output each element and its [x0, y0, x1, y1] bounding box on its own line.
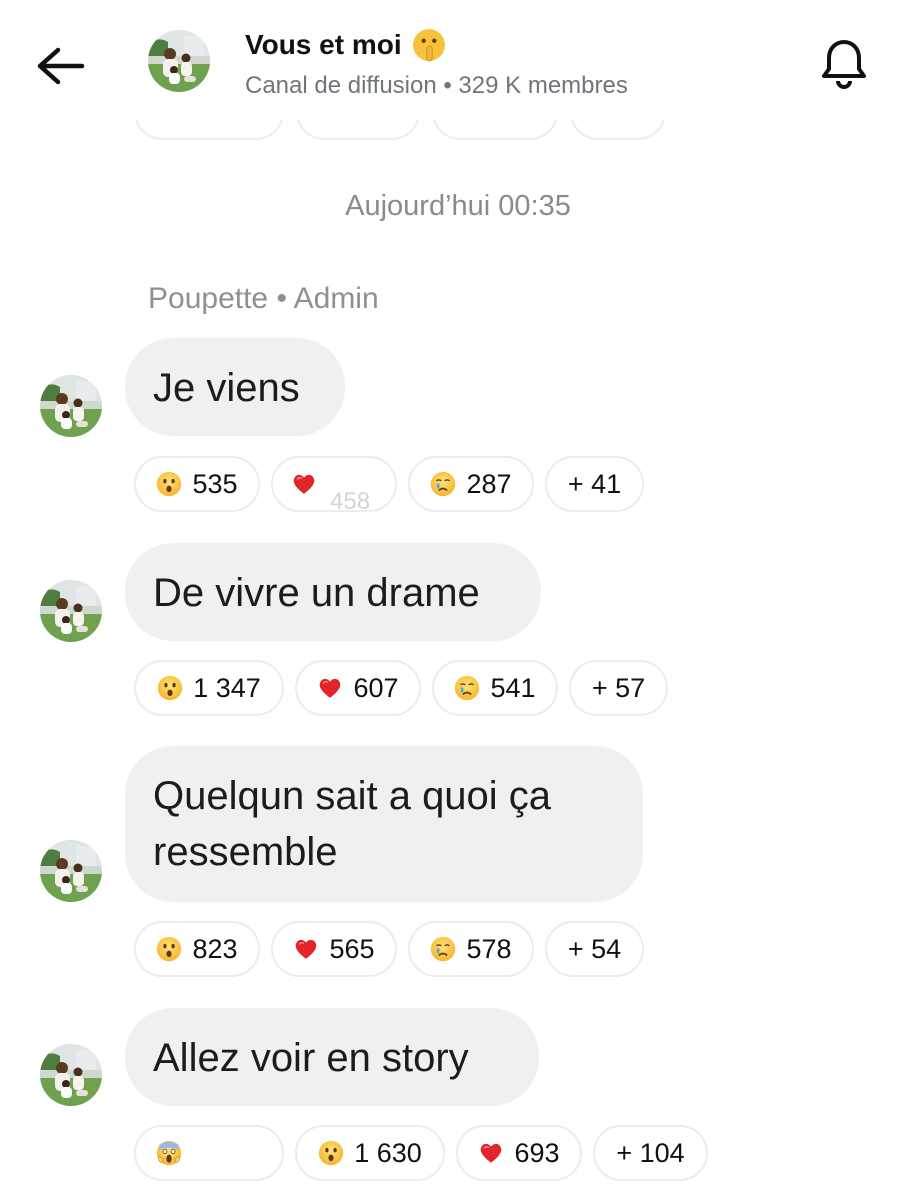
reaction-count: 535	[192, 468, 238, 499]
more-reactions-count: + 57	[591, 672, 646, 703]
more-reactions-button[interactable]: + 54	[545, 921, 644, 977]
reaction-crying[interactable]: 287	[408, 456, 534, 512]
reaction-count-faded: 458	[330, 488, 371, 515]
reaction-crying[interactable]: 541	[432, 660, 558, 716]
reaction-count: 1 347	[193, 672, 261, 703]
reaction-heart[interactable]: 607	[295, 660, 421, 716]
reaction-surprised[interactable]: 1 347	[134, 660, 284, 716]
reaction-heart[interactable]: 565	[271, 921, 397, 977]
surprised-face-icon	[318, 1140, 344, 1166]
bell-icon	[822, 40, 866, 89]
reaction-count: 607	[353, 672, 399, 703]
reaction-count: 541	[490, 672, 536, 703]
red-heart-icon	[291, 471, 317, 497]
sender-name: Poupette • Admin	[148, 282, 379, 315]
surprised-face-icon	[157, 675, 183, 701]
channel-subtitle: Canal de diffusion • 329 K membres	[245, 72, 628, 99]
reaction-count: 578	[466, 933, 512, 964]
red-heart-icon	[478, 1140, 504, 1166]
reaction-count: 693	[514, 1137, 560, 1168]
surprised-face-icon	[156, 471, 182, 497]
more-reactions-button[interactable]: + 57	[569, 660, 668, 716]
arrow-left-icon	[37, 47, 85, 85]
more-reactions-count: + 54	[567, 933, 622, 964]
reaction-heart[interactable]: 693	[456, 1125, 582, 1181]
reaction-count: 1 630	[354, 1137, 422, 1168]
sender-avatar[interactable]	[40, 840, 102, 902]
channel-title[interactable]: Vous et moi	[245, 28, 446, 62]
channel-name: Vous et moi	[245, 29, 402, 60]
red-heart-icon	[317, 675, 343, 701]
sender-avatar[interactable]	[40, 580, 102, 642]
reaction-bar: 535 458 287 + 41	[134, 456, 644, 515]
reaction-bar: 1 630 693 + 104	[134, 1125, 708, 1181]
reaction-bar: 1 347 607 541 + 57	[134, 660, 668, 716]
reaction-count: 823	[192, 933, 238, 964]
message-bubble[interactable]: Allez voir en story	[125, 1008, 539, 1106]
message-text-line: ressemble	[153, 830, 338, 874]
more-reactions-count: + 104	[616, 1137, 685, 1168]
reaction-heart[interactable]: 458	[271, 456, 397, 515]
message-bubble[interactable]: De vivre un drame	[125, 543, 541, 641]
message-text: Allez voir en story	[153, 1036, 469, 1080]
shushing-face-emoji-icon	[412, 29, 445, 62]
screaming-face-icon	[156, 1140, 182, 1166]
reaction-bar: 823 565 578 + 54	[134, 921, 644, 977]
notifications-button[interactable]	[812, 34, 876, 94]
sender-avatar[interactable]	[40, 1044, 102, 1106]
sender-avatar[interactable]	[40, 375, 102, 437]
reaction-crying[interactable]: 578	[408, 921, 534, 977]
more-reactions-count: + 41	[567, 468, 622, 499]
reaction-count: 287	[466, 468, 512, 499]
message-text: De vivre un drame	[153, 571, 480, 615]
surprised-face-icon	[156, 936, 182, 962]
reaction-surprised[interactable]: 535	[134, 456, 260, 512]
message-bubble[interactable]: Je viens	[125, 338, 345, 436]
crying-face-icon	[430, 471, 456, 497]
more-reactions-button[interactable]: + 41	[545, 456, 644, 512]
crying-face-icon	[454, 675, 480, 701]
channel-header: Vous et moi Canal de diffusion • 329 K m…	[0, 0, 904, 120]
more-reactions-button[interactable]: + 104	[593, 1125, 708, 1181]
back-button[interactable]	[30, 38, 90, 94]
message-text: Je viens	[153, 366, 300, 410]
reaction-surprised[interactable]: 823	[134, 921, 260, 977]
red-heart-icon	[293, 936, 319, 962]
message-text-line: Quelqun sait a quoi ça	[153, 774, 552, 818]
reaction-count: 565	[329, 933, 375, 964]
reaction-surprised[interactable]: 1 630	[295, 1125, 445, 1181]
date-separator: Aujourd’hui 00:35	[345, 190, 571, 222]
message-bubble[interactable]: Quelqun sait a quoi ça ressemble	[125, 746, 643, 902]
reaction-scream[interactable]	[134, 1125, 284, 1181]
crying-face-icon	[430, 936, 456, 962]
channel-avatar[interactable]	[148, 30, 210, 92]
